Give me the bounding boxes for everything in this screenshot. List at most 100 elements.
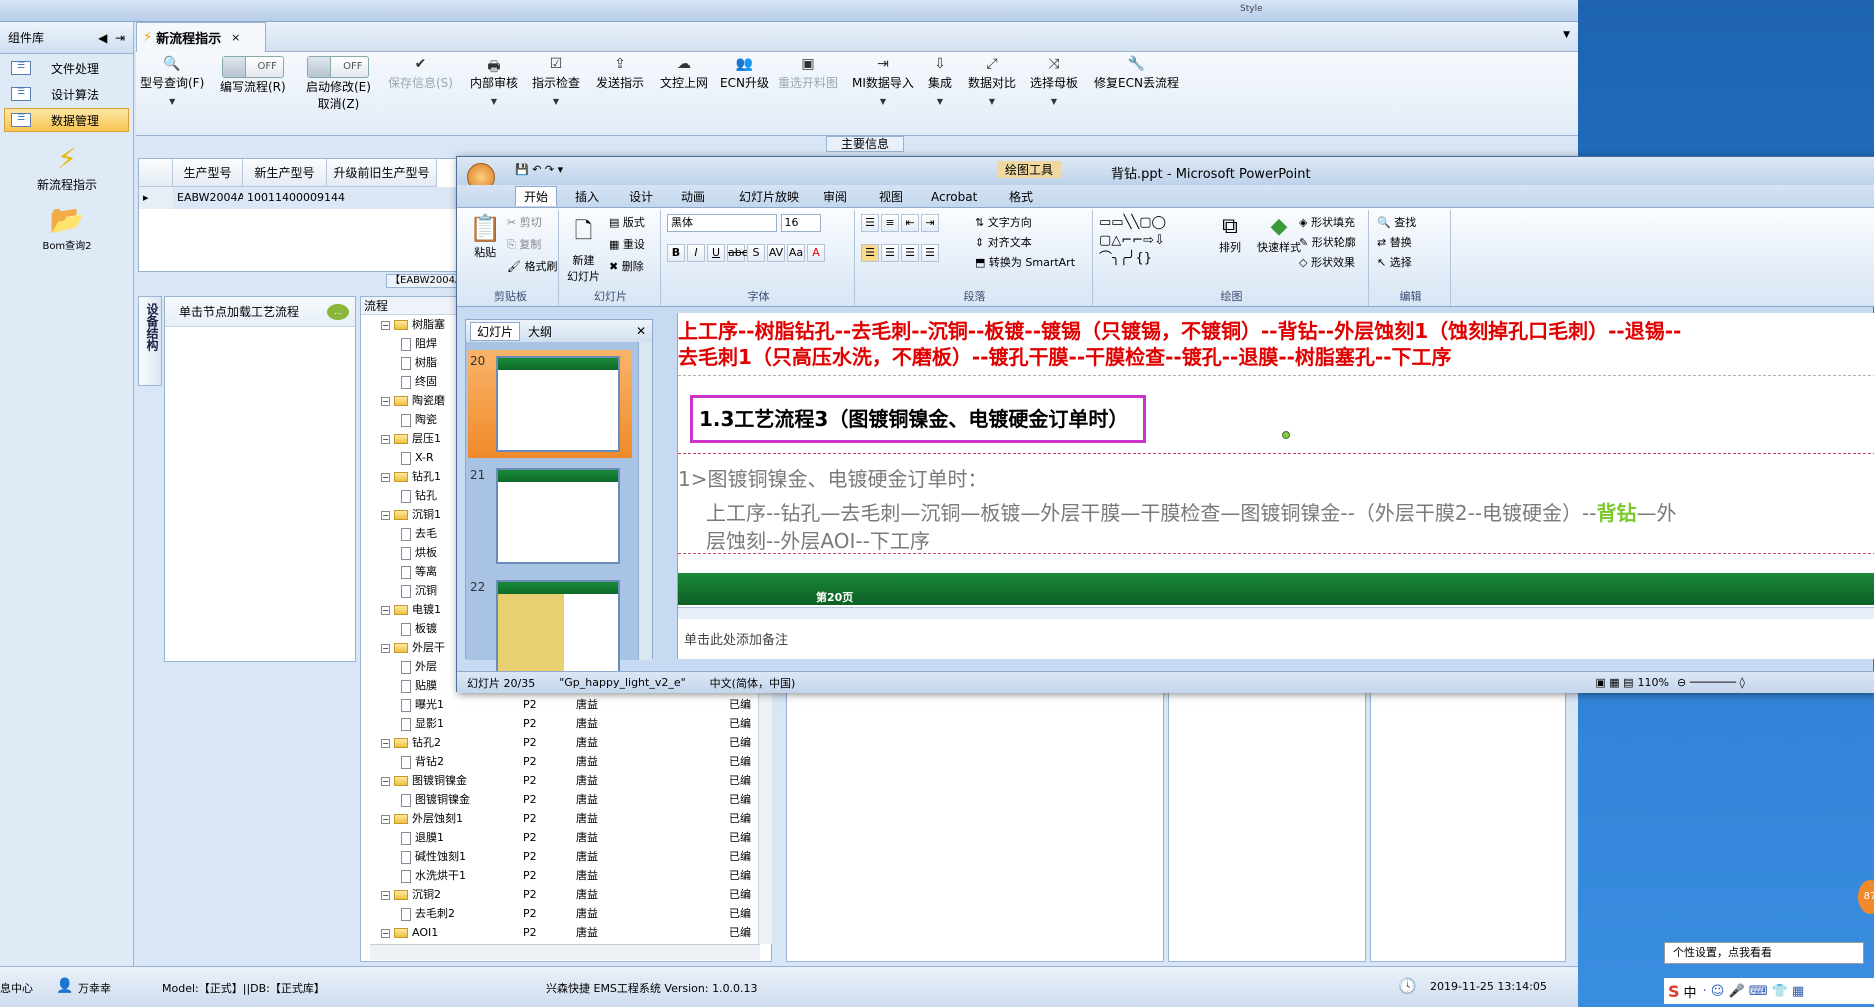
tab-home[interactable]: 开始 bbox=[515, 186, 558, 206]
bold-button[interactable]: B bbox=[667, 244, 685, 262]
shapes-gallery[interactable]: ▭▭╲╲▢◯ ▢△⌐⌐⇨⇩ ⌒╮╭╯{} bbox=[1099, 214, 1211, 268]
copy-button[interactable]: ⎘ 复制 bbox=[507, 236, 541, 252]
shadow-button[interactable]: S bbox=[747, 244, 765, 262]
tab-equipment-structure[interactable]: 设备结构 bbox=[138, 296, 162, 386]
collapse-icon[interactable]: − bbox=[381, 814, 390, 824]
grid-cell[interactable]: EABW2004A0 bbox=[173, 187, 252, 209]
cut-button[interactable]: ✂ 剪切 bbox=[507, 214, 542, 230]
tree-row[interactable]: − 图镀铜镍金 P2 唐益 已编 bbox=[361, 771, 771, 790]
tab-new-flow[interactable]: ⚡ 新流程指示 × bbox=[136, 22, 266, 52]
collapse-icon[interactable]: − bbox=[381, 890, 390, 900]
shape-fill-button[interactable]: ◈ 形状填充 bbox=[1299, 214, 1355, 230]
tree-row[interactable]: 曝光1 P2 唐益 已编 bbox=[361, 695, 771, 714]
integrate-button[interactable]: ⇩ 集成 ▼ bbox=[928, 56, 952, 106]
bullets-icon[interactable]: ☰ bbox=[861, 214, 879, 232]
chevron-down-icon[interactable]: ▼ bbox=[1563, 30, 1570, 40]
tab-acrobat[interactable]: Acrobat bbox=[923, 187, 985, 207]
align-text-button[interactable]: ⇕ 对齐文本 bbox=[975, 234, 1032, 250]
text-direction-button[interactable]: ⇅ 文字方向 bbox=[975, 214, 1032, 230]
ime-toolbar[interactable]: S 中 · ☺ 🎤 ⌨ 👕 ▦ bbox=[1664, 978, 1874, 1004]
quick-styles-button[interactable]: ◆ 快速样式 bbox=[1257, 214, 1301, 255]
collapse-icon[interactable]: − bbox=[381, 510, 390, 520]
tab-design[interactable]: 设计 bbox=[621, 187, 661, 207]
collapse-icon[interactable]: − bbox=[381, 396, 390, 406]
new-slide-button[interactable]: 🗋 新建 幻灯片 bbox=[567, 214, 600, 284]
repair-ecn-button[interactable]: 🔧 修复ECN丢流程 bbox=[1094, 56, 1179, 91]
tab-insert[interactable]: 插入 bbox=[567, 187, 607, 207]
arrange-button[interactable]: ⧉ 排列 bbox=[1219, 214, 1241, 255]
slides-pane-scrollbar[interactable] bbox=[638, 342, 652, 660]
replace-button[interactable]: ⇄ 替换 bbox=[1377, 234, 1412, 250]
collapse-icon[interactable]: − bbox=[381, 928, 390, 938]
font-size-select[interactable]: 16 bbox=[780, 214, 821, 232]
quick-access-icons[interactable]: 💾 ↶ ↷ ▾ bbox=[515, 163, 563, 176]
tab-slideshow[interactable]: 幻灯片放映 bbox=[731, 187, 807, 207]
instruction-check-button[interactable]: ☑ 指示检查 ▼ bbox=[532, 56, 580, 106]
reset-button[interactable]: ▦ 重设 bbox=[609, 236, 645, 252]
font-name-select[interactable]: 黑体 bbox=[667, 214, 777, 232]
tab-outline[interactable]: 大纲 bbox=[520, 323, 560, 340]
close-icon[interactable]: × bbox=[231, 31, 240, 44]
numbering-icon[interactable]: ≡ bbox=[881, 214, 899, 232]
select-mother-board-button[interactable]: ⤨ 选择母板 ▼ bbox=[1030, 56, 1078, 106]
shape-outline-button[interactable]: ✎ 形状轮廓 bbox=[1299, 234, 1356, 250]
underline-button[interactable]: U bbox=[707, 244, 725, 262]
tray-tooltip[interactable]: 个性设置，点我看看 bbox=[1664, 942, 1864, 964]
new-flow-tool[interactable]: ⚡ 新流程指示 bbox=[0, 142, 134, 193]
ecn-upgrade-button[interactable]: 👥 ECN升级 bbox=[720, 56, 769, 91]
zoom-slider[interactable]: ⊖ ─────── ◊ bbox=[1677, 676, 1745, 689]
tree-row[interactable]: 退膜1 P2 唐益 已编 bbox=[361, 828, 771, 847]
slide-heading-box[interactable]: 1.3工艺流程3（图镀铜镍金、电镀硬金订单时） bbox=[690, 395, 1146, 443]
delete-slide-button[interactable]: ✖ 删除 bbox=[609, 258, 644, 274]
edit-flow-toggle[interactable]: OFF 编写流程(R) bbox=[220, 56, 286, 95]
slide-thumbnail[interactable] bbox=[496, 356, 620, 452]
pin-icon[interactable]: ⇥ bbox=[115, 32, 125, 44]
collapse-icon[interactable]: − bbox=[381, 643, 390, 653]
tree-row[interactable]: − AOI1 P2 唐益 已编 bbox=[361, 923, 771, 942]
tree-row[interactable]: 水洗烘干1 P2 唐益 已编 bbox=[361, 866, 771, 885]
float-badge-icon[interactable]: 87 bbox=[1858, 880, 1874, 914]
italic-button[interactable]: I bbox=[687, 244, 705, 262]
rotate-handle-icon[interactable] bbox=[1282, 431, 1290, 439]
tab-view[interactable]: 视图 bbox=[871, 187, 911, 207]
outdent-icon[interactable]: ⇥ bbox=[921, 214, 939, 232]
paste-button[interactable]: 📋 粘贴 bbox=[469, 214, 501, 260]
align-left-icon[interactable]: ☰ bbox=[861, 244, 879, 262]
convert-smartart-button[interactable]: ⬒ 转换为 SmartArt bbox=[975, 254, 1075, 270]
start-modify-toggle[interactable]: OFF 启动修改(E) 取消(Z) bbox=[306, 56, 371, 112]
select-button[interactable]: ↖ 选择 bbox=[1377, 254, 1412, 270]
tree-row[interactable]: 图镀铜镍金 P2 唐益 已编 bbox=[361, 790, 771, 809]
tree-row[interactable]: 去毛刺2 P2 唐益 已编 bbox=[361, 904, 771, 923]
column-header[interactable]: 升级前旧生产型号 bbox=[327, 159, 437, 187]
layout-button[interactable]: ▤ 版式 bbox=[609, 214, 645, 230]
message-center[interactable]: 息中心 bbox=[0, 980, 33, 996]
column-header[interactable]: 生产型号 bbox=[173, 159, 243, 187]
send-instruction-button[interactable]: ⇪ 发送指示 bbox=[596, 56, 644, 91]
mi-import-button[interactable]: ⇥ MI数据导入 ▼ bbox=[852, 56, 914, 106]
tree-row[interactable]: 背钻2 P2 唐益 已编 bbox=[361, 752, 771, 771]
tab-slides[interactable]: 幻灯片 bbox=[470, 321, 521, 341]
horizontal-scrollbar[interactable] bbox=[370, 944, 760, 960]
tree-row[interactable]: 碱性蚀刻1 P2 唐益 已编 bbox=[361, 847, 771, 866]
model-query-button[interactable]: 🔍 型号查询(F) ▼ bbox=[140, 56, 204, 106]
comment-icon[interactable]: … bbox=[327, 303, 349, 320]
bom-query-tool[interactable]: 📂 Bom查询2 bbox=[0, 203, 134, 252]
tree-row[interactable]: 显影1 P2 唐益 已编 bbox=[361, 714, 771, 733]
collapse-icon[interactable]: − bbox=[381, 605, 390, 615]
align-center-icon[interactable]: ☰ bbox=[881, 244, 899, 262]
sidebar-item-algorithm[interactable]: ☰ 设计算法 bbox=[4, 82, 129, 106]
grid-cell[interactable]: 10011400009144 bbox=[243, 187, 483, 209]
zoom-level[interactable]: 110% bbox=[1638, 676, 1669, 689]
tab-review[interactable]: 审阅 bbox=[815, 187, 855, 207]
justify-icon[interactable]: ☰ bbox=[921, 244, 939, 262]
format-painter-button[interactable]: 🖌 格式刷 bbox=[507, 258, 557, 274]
collapse-icon[interactable]: − bbox=[381, 472, 390, 482]
data-compare-button[interactable]: ⤢ 数据对比 ▼ bbox=[968, 56, 1016, 106]
tree-row[interactable]: − 钻孔2 P2 唐益 已编 bbox=[361, 733, 771, 752]
case-button[interactable]: Aa bbox=[787, 244, 805, 262]
collapse-icon[interactable]: − bbox=[381, 434, 390, 444]
notes-placeholder[interactable]: 单击此处添加备注 bbox=[684, 629, 788, 648]
align-right-icon[interactable]: ☰ bbox=[901, 244, 919, 262]
sidebar-item-file[interactable]: ☰ 文件处理 bbox=[4, 56, 129, 80]
tab-animation[interactable]: 动画 bbox=[673, 187, 713, 207]
